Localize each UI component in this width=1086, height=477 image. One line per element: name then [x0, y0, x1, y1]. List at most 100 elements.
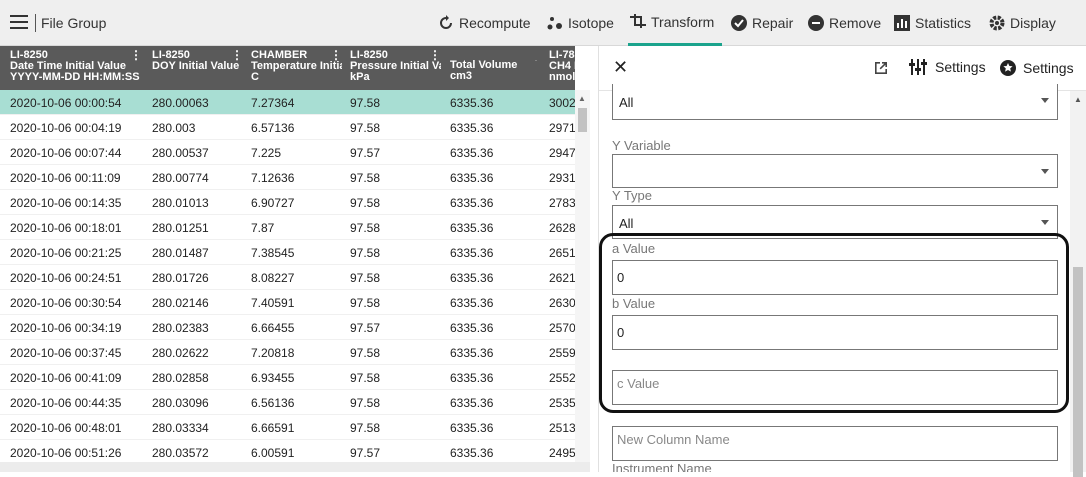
- table-cell: 280.03334: [152, 421, 209, 435]
- table-cell: 8.08227: [251, 271, 295, 285]
- column-menu-icon[interactable]: ⋮: [130, 50, 142, 61]
- crop-icon: [630, 13, 646, 28]
- table-cell: 6335.36: [450, 346, 494, 360]
- column-menu-icon[interactable]: ⋮: [530, 60, 542, 61]
- table-cell: 2020-10-06 00:41:09: [10, 371, 122, 385]
- column-header-pressure[interactable]: LI-8250 Pressure Initial Value kPa ⋮: [350, 50, 441, 88]
- scroll-up-icon[interactable]: ▲: [1074, 95, 1082, 104]
- table-cell: 97.57: [350, 321, 381, 335]
- table-horizontal-scrollbar[interactable]: [0, 462, 590, 472]
- table-cell: 97.58: [350, 196, 381, 210]
- table-cell: 97.58: [350, 121, 381, 135]
- table-row[interactable]: 2020-10-06 00:37:45 280.02622 7.20818 97.58…: [0, 340, 575, 365]
- table-row[interactable]: 2020-10-06 00:04:19 280.003 6.57136 97.58 63…: [0, 115, 575, 140]
- table-cell: 7.27364: [251, 96, 295, 110]
- table-row[interactable]: 2020-10-06 00:34:19 280.02383 6.66455 97.57…: [0, 315, 575, 340]
- table-vertical-scrollbar[interactable]: ▲: [575, 90, 590, 462]
- table-cell: 97.58: [350, 221, 381, 235]
- table-row[interactable]: 2020-10-06 00:07:44 280.00537 7.225 97.57 63…: [0, 140, 575, 165]
- table-cell: 2628: [549, 221, 575, 235]
- repair-button[interactable]: Repair: [731, 0, 793, 46]
- open-external-icon[interactable]: [873, 60, 889, 76]
- table-cell: 6335.36: [450, 321, 494, 335]
- table-cell: 2020-10-06 00:11:09: [10, 171, 121, 185]
- table-cell: 2020-10-06 00:48:01: [10, 421, 122, 435]
- column-menu-icon[interactable]: ⋮: [429, 50, 441, 61]
- table-row[interactable]: 2020-10-06 00:14:35 280.01013 6.90727 97.58…: [0, 190, 575, 215]
- new-column-name-input[interactable]: New Column Name: [612, 426, 1058, 461]
- table-cell: 2020-10-06 00:30:54: [10, 296, 122, 310]
- table-row[interactable]: 2020-10-06 00:48:01 280.03334 6.66591 97.58…: [0, 415, 575, 440]
- statistics-button[interactable]: Statistics: [894, 0, 971, 46]
- table-cell: 6335.36: [450, 396, 494, 410]
- table-cell: 2020-10-06 00:44:35: [10, 396, 122, 410]
- isotope-button[interactable]: Isotope: [547, 0, 614, 46]
- isotope-label: Isotope: [568, 15, 614, 31]
- table-cell: 2020-10-06 00:14:35: [10, 196, 122, 210]
- recompute-button[interactable]: Recompute: [438, 0, 531, 46]
- table-cell: 6.56136: [251, 396, 295, 410]
- star-badge-icon: [1000, 60, 1016, 76]
- table-cell: 97.58: [350, 371, 381, 385]
- table-row[interactable]: 2020-10-06 00:21:25 280.01487 7.38545 97.58…: [0, 240, 575, 265]
- minus-circle-icon: [808, 15, 824, 31]
- top-toolbar: File Group Recompute Isotope Transform R…: [0, 0, 1086, 46]
- file-group-button[interactable]: File Group: [41, 15, 106, 31]
- y-variable-label: Y Variable: [612, 138, 671, 153]
- transform-button[interactable]: Transform: [628, 0, 723, 46]
- header-line-3: YYYY-MM-DD HH:MM:SS: [10, 71, 140, 83]
- table-cell: 280.02383: [152, 321, 209, 335]
- table-row[interactable]: 2020-10-06 00:41:09 280.02858 6.93455 97.58…: [0, 365, 575, 390]
- table-cell: 6335.36: [450, 121, 494, 135]
- repair-label: Repair: [752, 15, 794, 31]
- table-row[interactable]: 2020-10-06 00:11:09 280.00774 7.12636 97.58…: [0, 165, 575, 190]
- y-variable-select[interactable]: [612, 154, 1058, 188]
- data-table: LI-8250 Date Time Initial Value YYYY-MM-…: [0, 46, 575, 472]
- table-cell: 2621: [549, 271, 575, 285]
- table-cell: 97.58: [350, 346, 381, 360]
- x-type-value: All: [619, 95, 634, 110]
- x-type-select[interactable]: All: [612, 84, 1058, 120]
- column-header-doy[interactable]: LI-8250 DOY Initial Value ⋮: [152, 50, 243, 88]
- recompute-label: Recompute: [459, 15, 531, 31]
- close-icon[interactable]: ✕: [613, 57, 628, 78]
- header-line-3: kPa: [350, 71, 370, 83]
- bar-chart-icon: [894, 15, 910, 31]
- table-cell: 6335.36: [450, 96, 494, 110]
- table-cell: 2020-10-06 00:51:26: [10, 446, 122, 460]
- instrument-name-label: Instrument Name: [612, 461, 712, 472]
- y-type-value: All: [619, 216, 634, 231]
- transform-settings-panel: ✕ Settings Settings All Y Variable Y Typ…: [598, 46, 1086, 477]
- table-cell: 280.02146: [152, 296, 209, 310]
- table-row[interactable]: 2020-10-06 00:44:35 280.03096 6.56136 97.58…: [0, 390, 575, 415]
- scroll-up-icon[interactable]: ▲: [578, 94, 586, 103]
- column-menu-icon[interactable]: ⋮: [231, 50, 243, 61]
- table-row[interactable]: 2020-10-06 00:18:01 280.01251 7.87 97.58 633…: [0, 215, 575, 240]
- display-button[interactable]: Display: [989, 0, 1056, 46]
- table-cell: 280.03572: [152, 446, 209, 460]
- remove-button[interactable]: Remove: [808, 0, 881, 46]
- menu-icon[interactable]: [10, 15, 28, 29]
- table-row[interactable]: 2020-10-06 00:00:54 280.00063 7.27364 97.58…: [0, 90, 575, 115]
- panel-scrollbar[interactable]: ▲: [1070, 91, 1086, 477]
- column-menu-icon[interactable]: ⋮: [330, 50, 342, 61]
- table-cell: 7.12636: [251, 171, 295, 185]
- scroll-thumb[interactable]: [578, 108, 587, 132]
- table-cell: 6.66591: [251, 421, 295, 435]
- chevron-down-icon: [1041, 98, 1049, 103]
- table-body: 2020-10-06 00:00:54 280.00063 7.27364 97.58…: [0, 90, 575, 465]
- table-cell: 6.00591: [251, 446, 295, 460]
- scroll-thumb[interactable]: [1073, 267, 1083, 477]
- column-header-datetime[interactable]: LI-8250 Date Time Initial Value YYYY-MM-…: [10, 50, 142, 88]
- table-row[interactable]: 2020-10-06 00:24:51 280.01726 8.08227 97.58…: [0, 265, 575, 290]
- table-row[interactable]: 2020-10-06 00:30:54 280.02146 7.40591 97.58…: [0, 290, 575, 315]
- column-header-temperature[interactable]: CHAMBER Temperature Initial C ⋮: [251, 50, 342, 88]
- table-cell: 97.57: [350, 146, 381, 160]
- column-header-ch4[interactable]: LI-7810 CH4 Dry nmol mol: [549, 50, 575, 88]
- table-cell: 280.01726: [152, 271, 209, 285]
- table-cell: 97.58: [350, 271, 381, 285]
- table-cell: 7.40591: [251, 296, 295, 310]
- statistics-label: Statistics: [915, 15, 972, 31]
- gear-icon: [989, 15, 1005, 31]
- header-line-3: cm3: [450, 70, 473, 82]
